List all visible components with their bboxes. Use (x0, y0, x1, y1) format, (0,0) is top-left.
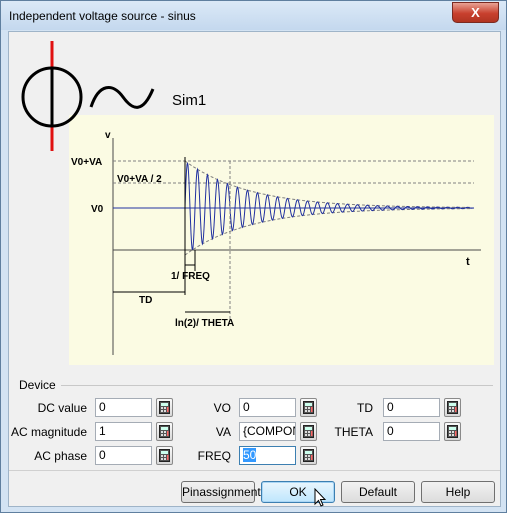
vo-label: VO (213, 401, 231, 415)
td-label: TD (357, 401, 373, 415)
ac-magnitude-calculator-button[interactable] (156, 422, 173, 441)
dc-value-input[interactable]: 0 (95, 398, 152, 417)
dc-value-calculator-button[interactable] (156, 398, 173, 417)
level-top-label: V0+VA (71, 157, 102, 168)
theta-calculator-button[interactable] (444, 422, 461, 441)
vo-calculator-button[interactable] (300, 398, 317, 417)
level-mid-label: V0+VA / 2 (117, 174, 162, 185)
td-input[interactable]: 0 (383, 398, 440, 417)
default-button[interactable]: Default (341, 481, 415, 503)
level-base-label: V0 (91, 204, 104, 215)
device-group-label: Device (19, 378, 56, 392)
dialog-window: Independent voltage source - sinus X v t… (0, 0, 507, 513)
title-bar[interactable]: Independent voltage source - sinus X (1, 1, 506, 30)
axis-t-label: t (466, 256, 470, 268)
theta-label: THETA (334, 425, 373, 439)
bottom-divider (9, 470, 500, 471)
freq-annotation: 1/ FREQ (171, 271, 210, 282)
va-calculator-button[interactable] (300, 422, 317, 441)
diagram-panel (69, 115, 494, 365)
dialog-body: v t V0+VA V0+VA / 2 V0 1/ FREQ TD ln(2)/… (8, 31, 501, 507)
help-button[interactable]: Help (421, 481, 495, 503)
waveform-diagram: v t V0+VA V0+VA / 2 V0 1/ FREQ TD ln(2)/… (19, 35, 494, 382)
freq-input-value: 50 (243, 448, 257, 462)
va-input[interactable]: {COMPON (239, 422, 296, 441)
vo-input[interactable]: 0 (239, 398, 296, 417)
window-title: Independent voltage source - sinus (9, 9, 196, 23)
td-annotation: TD (139, 295, 152, 306)
ac-magnitude-input[interactable]: 1 (95, 422, 152, 441)
freq-input[interactable]: 50 (239, 446, 296, 465)
va-label: VA (215, 425, 231, 439)
mouse-cursor-icon (314, 488, 327, 507)
sim-label: Sim1 (172, 92, 207, 109)
close-button[interactable]: X (452, 2, 499, 23)
td-calculator-button[interactable] (444, 398, 461, 417)
group-divider (61, 385, 493, 386)
pinassignment-button[interactable]: Pinassignment (181, 481, 261, 503)
freq-calculator-button[interactable] (300, 446, 317, 465)
ac-phase-input[interactable]: 0 (95, 446, 152, 465)
ac-phase-calculator-button[interactable] (156, 446, 173, 465)
ac-magnitude-label: AC magnitude (10, 425, 87, 439)
ac-phase-label: AC phase (34, 449, 87, 463)
theta-annotation: ln(2)/ THETA (175, 318, 234, 329)
dc-value-label: DC value (37, 401, 87, 415)
freq-label: FREQ (197, 449, 231, 463)
theta-input[interactable]: 0 (383, 422, 440, 441)
axis-v-label: v (105, 130, 111, 141)
